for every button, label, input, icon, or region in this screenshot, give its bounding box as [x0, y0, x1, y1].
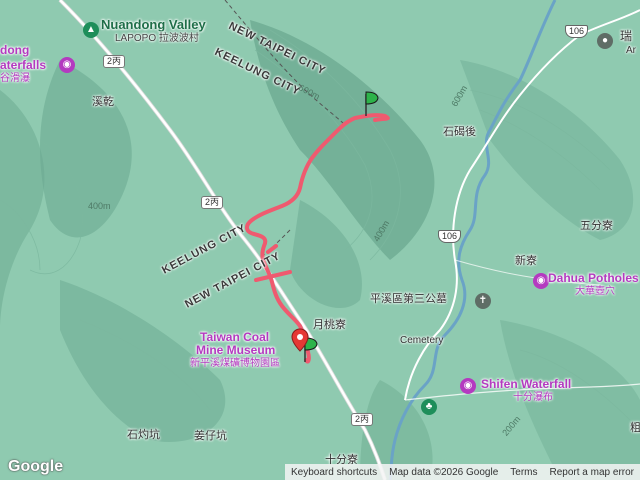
place-label[interactable]: Nuandong Valley	[101, 18, 206, 31]
road-shield: 2丙	[103, 55, 126, 68]
map-canvas[interactable]: ▲ ◉ ✝ ◉ ◉ ♣ ● Nuandong Valley LAPOPO 拉波波…	[0, 0, 640, 480]
place-label: 大華壺穴	[575, 286, 615, 297]
relief-shade	[40, 60, 132, 238]
road-shield: 2丙	[351, 413, 374, 426]
place-label: 新平溪煤礦博物園區	[190, 358, 280, 369]
place-label[interactable]: dong	[0, 44, 29, 56]
cemetery-icon[interactable]: ✝	[475, 293, 491, 309]
red-marker-icon[interactable]	[290, 328, 310, 352]
park-icon[interactable]: ♣	[421, 399, 437, 415]
museum-icon[interactable]: ●	[597, 33, 613, 49]
place-label: 粗	[630, 422, 640, 434]
attribution-bar: Keyboard shortcuts Map data ©2026 Google…	[284, 464, 640, 480]
google-logo: Google	[8, 458, 64, 475]
road-shield: 2丙	[201, 196, 224, 209]
place-label: 新寮	[515, 255, 537, 267]
place-label[interactable]: aterfalls	[0, 59, 46, 71]
place-label: 瑞	[620, 29, 633, 43]
place-label[interactable]: Taiwan Coal	[200, 331, 269, 343]
relief-shade	[0, 90, 45, 330]
place-label: 谷滑瀑	[0, 73, 30, 84]
place-label: 五分寮	[580, 220, 613, 232]
camera-icon[interactable]: ◉	[460, 378, 476, 394]
place-label[interactable]: Shifen Waterfall	[481, 378, 571, 390]
place-label[interactable]: Dahua Potholes	[548, 272, 639, 284]
elevation-label: 400m	[88, 201, 111, 211]
place-label: 石碣後	[443, 126, 476, 138]
place-label: 姜仔坑	[194, 430, 227, 442]
place-label[interactable]: Mine Museum	[196, 344, 275, 356]
start-marker-icon[interactable]	[363, 90, 381, 118]
camera-icon[interactable]: ◉	[59, 57, 75, 73]
road-shield: 106	[565, 25, 589, 38]
terms-link[interactable]: Terms	[504, 467, 543, 478]
place-label: 石灼坑	[127, 429, 160, 441]
place-label: 月桃寮	[313, 319, 346, 331]
camera-icon[interactable]: ◉	[533, 273, 549, 289]
report-error-link[interactable]: Report a map error	[544, 467, 640, 478]
place-label: 十分瀑布	[513, 392, 553, 403]
keyboard-shortcuts-link[interactable]: Keyboard shortcuts	[285, 467, 383, 478]
road-shield: 106	[438, 230, 462, 243]
place-label: Cemetery	[400, 335, 444, 346]
map-data-text: Map data ©2026 Google	[389, 466, 499, 478]
place-label: Ar	[626, 45, 636, 56]
place-label: 溪乾	[92, 96, 114, 108]
camping-icon[interactable]: ▲	[83, 22, 99, 38]
place-label: 平溪區第三公墓	[370, 293, 447, 305]
place-label: LAPOPO 拉波波村	[115, 33, 199, 44]
relief-shade	[290, 200, 362, 309]
